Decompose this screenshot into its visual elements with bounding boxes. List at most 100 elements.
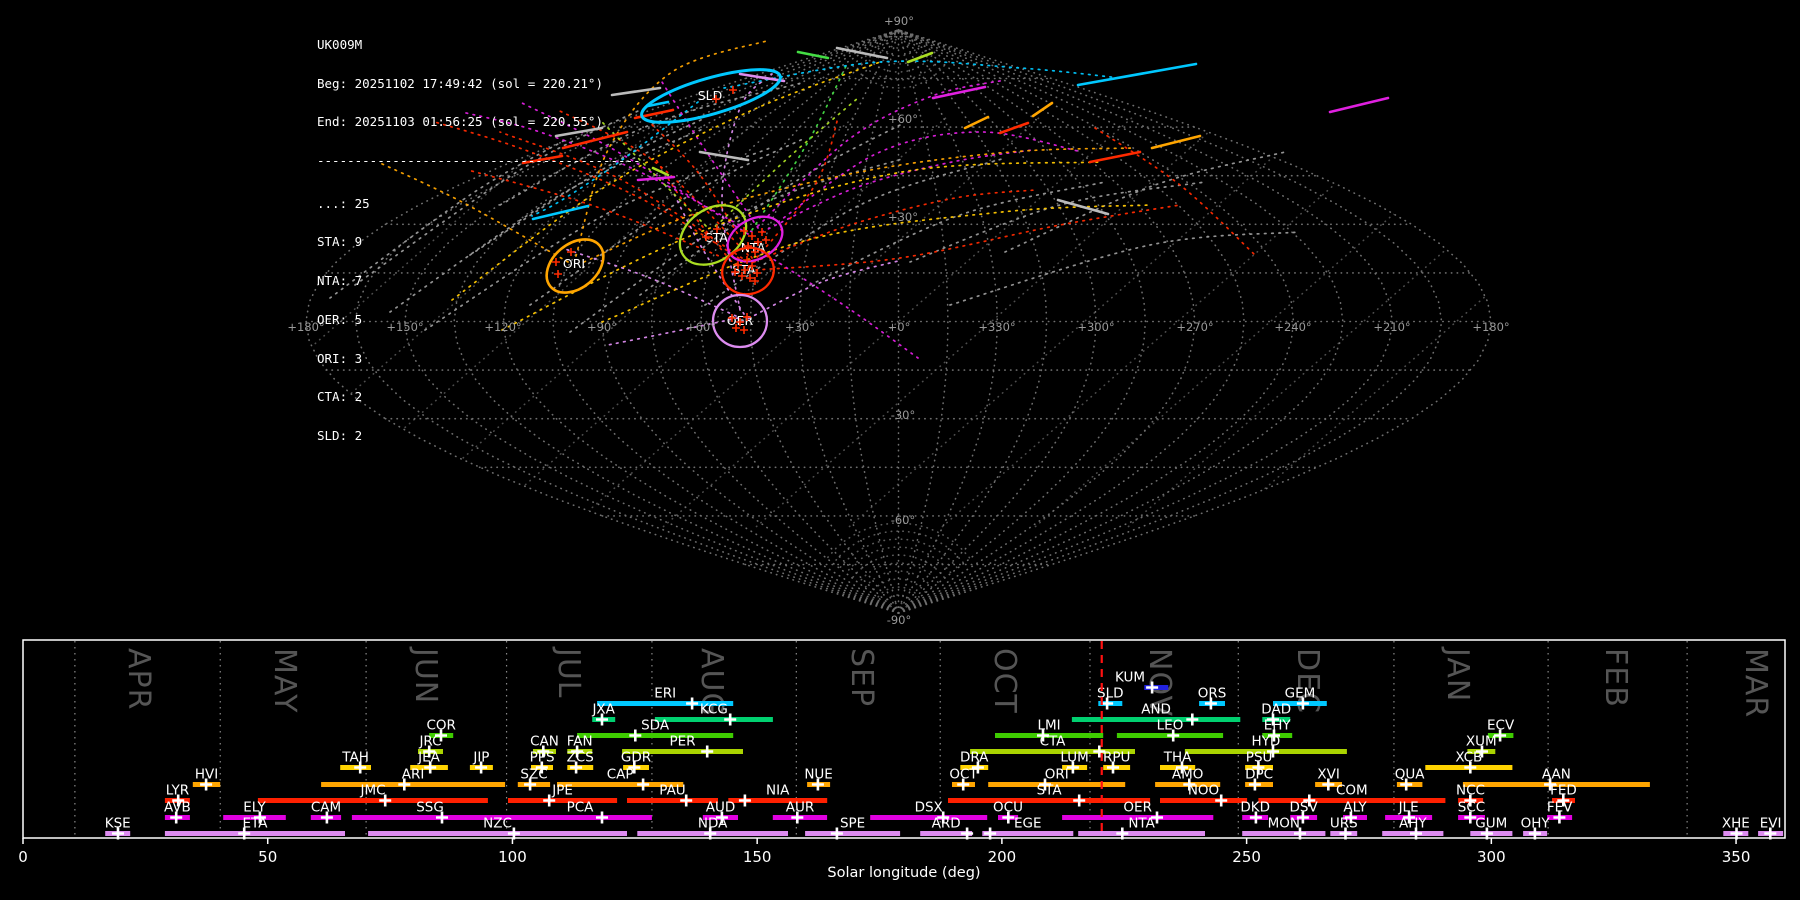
activity-label-mon: MON [1268,816,1300,832]
activity-label-ehy: EHY [1264,718,1292,734]
activity-label-ssg: SSG [416,800,444,816]
month-label-oct: OCT [987,648,1022,714]
meteor-track [1005,152,1285,252]
latitude-label: +90° [884,14,914,28]
activity-label-sta: STA [1037,783,1063,799]
meteor-track [756,205,1180,270]
activity-label-hyd: HYD [1252,734,1281,750]
activity-bar-jmc [258,798,488,803]
meteor-track [724,61,1120,88]
activity-label-zcs: ZCS [567,750,594,766]
activity-label-gum: GUM [1475,816,1507,832]
activity-bar-jpe [508,798,617,803]
observation-info-panel: UK009M Beg: 20251102 17:49:42 (sol = 220… [317,13,641,456]
meteor-observation-screen: { "header": { "lines": [ "UK009M", "Beg:… [0,0,1800,900]
activity-label-aly: ALY [1343,800,1367,816]
equator-longitude-label: +0° [888,320,911,334]
activity-label-ard: ARD [932,816,961,832]
activity-bar-mon [1242,831,1325,836]
count-sporadic: ...: 25 [317,198,641,211]
meteor-track [1095,128,1255,255]
activity-label-urs: URS [1330,816,1358,832]
count-oer: OER: 5 [317,314,641,327]
activity-bar-kcg [655,717,773,722]
month-label-may: MAY [267,648,302,713]
month-label-jul: JUL [551,646,586,699]
activity-label-dad: DAD [1261,702,1291,718]
activity-bar-dsx [870,815,987,820]
activity-label-pca: PCA [567,800,595,816]
activity-label-kum: KUM [1115,670,1145,686]
end-time: End: 20251103 01:56:25 (sol = 220.55°) [317,116,641,129]
radiant-marker [748,232,756,240]
activity-label-com: COM [1336,783,1368,799]
equator-longitude-label: +180° [1472,320,1509,334]
activity-bar-eta [165,831,345,836]
activity-label-jxa: JXA [591,702,615,718]
activity-label-oer: OER [1123,800,1152,816]
count-cta: CTA: 2 [317,391,641,404]
meteor-trail-segment [1330,98,1388,112]
activity-label-xcb: XCB [1455,750,1482,766]
plot-canvas: SLDCTANTASTAOERORI+180°+150°+120°+90°+60… [0,0,1800,900]
activity-bar-sta [948,798,1150,803]
radiant-marker [758,228,766,236]
activity-label-cta: CTA [1040,734,1067,750]
activity-label-pau: PAU [659,783,685,799]
meteor-track [778,132,1082,222]
equator-longitude-label: +270° [1176,320,1213,334]
begin-time: Beg: 20251102 17:49:42 (sol = 220.21°) [317,78,641,91]
activity-bar-nta [1078,831,1205,836]
activity-label-tha: THA [1163,750,1192,766]
x-axis-tick-label: 100 [498,848,527,866]
month-label-sep: SEP [844,648,879,707]
x-axis-tick-label: 200 [988,848,1017,866]
x-axis-tick-label: 250 [1232,848,1261,866]
count-sld: SLD: 2 [317,430,641,443]
meteor-trail-segment [700,152,748,160]
month-label-jun: JUN [408,646,443,704]
activity-label-ori: ORI [1045,767,1069,783]
latitude-label: -90° [887,613,912,627]
activity-label-qua: QUA [1395,767,1426,783]
pole-fan-arc [859,61,938,80]
x-axis-tick-label: 300 [1477,848,1506,866]
activity-label-eta: ETA [243,816,269,832]
meteor-trail-segment [1152,136,1200,148]
activity-label-nzc: NZC [483,816,512,832]
month-label-mar: MAR [1738,648,1773,718]
latitude-label: +30° [888,210,918,224]
equator-longitude-label: +210° [1373,320,1410,334]
meteor-track [950,232,1300,305]
activity-label-dpc: DPC [1245,767,1273,783]
peak-marker-and [1186,714,1198,726]
meteor-track [584,148,1135,262]
activity-label-dra: DRA [960,750,989,766]
x-axis-tick-label: 150 [743,848,772,866]
activity-label-nta: NTA [1128,816,1155,832]
equator-longitude-label: +330° [978,320,1015,334]
x-axis-tick-label: 0 [18,848,28,866]
activity-label-ely: ELY [243,800,266,816]
month-label-jan: JAN [1440,646,1475,702]
meteor-track [754,190,1035,262]
activity-label-amo: AMO [1172,767,1204,783]
activity-label-fan: FAN [567,734,593,750]
activity-label-lmi: LMI [1038,718,1061,734]
latitude-label: -30° [891,408,916,422]
activity-label-szc: SZC [520,767,547,783]
radiant-marker [729,86,737,94]
month-label-feb: FEB [1598,648,1633,708]
meteor-trail-segment [933,87,985,98]
activity-bar-pca [508,815,652,820]
activity-timeline: APRMAYJUNJULAUGSEPOCTNOVDECJANFEBMARKUME… [18,640,1785,866]
equator-longitude-label: +60° [686,320,716,334]
meteor-trail-segment [1033,103,1052,116]
meteor-track [910,182,1205,262]
activity-bar-spe [805,831,900,836]
activity-label-sda: SDA [641,718,670,734]
latitude-label: -60° [891,513,916,527]
activity-label-aud: AUD [706,800,736,816]
activity-label-gem: GEM [1285,686,1316,702]
meteor-trail-segment [1090,152,1140,162]
